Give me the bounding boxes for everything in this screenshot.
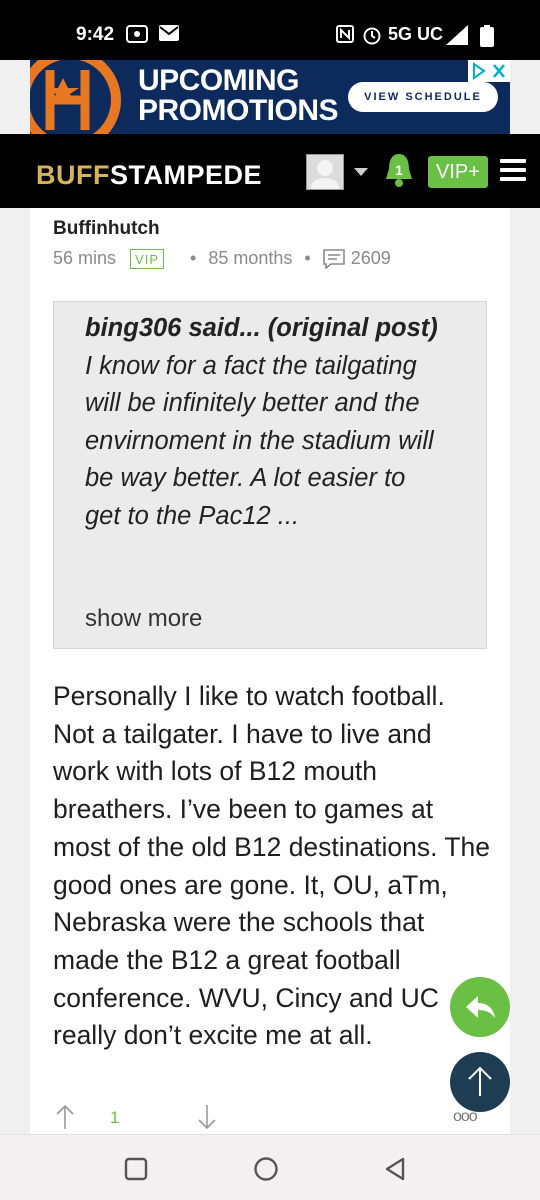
site-logo[interactable]: BUFFSTAMPEDE <box>36 160 262 191</box>
ad-banner[interactable]: UPCOMING PROMOTIONS VIEW SCHEDULE <box>30 60 510 134</box>
site-header: BUFFSTAMPEDE 1 VIP+ <box>0 134 540 208</box>
system-nav-bar <box>0 1134 540 1200</box>
alarm-icon <box>363 27 381 45</box>
battery-icon <box>480 25 494 47</box>
team-logo-icon <box>30 60 130 134</box>
ad-headline: UPCOMING PROMOTIONS <box>138 64 339 127</box>
separator-dot: • <box>304 248 311 268</box>
menu-bar <box>500 168 526 172</box>
ad-choices-icon[interactable] <box>468 60 510 82</box>
view-schedule-button[interactable]: VIEW SCHEDULE <box>348 82 498 112</box>
brand-part1: BUFF <box>36 160 110 190</box>
brand-part2: STAMPEDE <box>109 160 262 190</box>
menu-bar <box>500 177 526 181</box>
back-icon[interactable] <box>383 1156 407 1182</box>
avatar-placeholder-icon <box>311 160 339 196</box>
reply-button[interactable] <box>450 977 510 1037</box>
quote-author[interactable]: bing306 said... (original post) <box>85 314 438 342</box>
network-type: 5G UC <box>388 24 444 44</box>
home-icon[interactable] <box>253 1156 279 1182</box>
ad-headline-line2: PROMOTIONS <box>138 94 339 127</box>
vote-controls: 1 <box>52 1104 252 1134</box>
nfc-icon <box>336 25 354 43</box>
recents-icon[interactable] <box>124 1157 148 1181</box>
user-avatar[interactable] <box>306 154 344 196</box>
ad-headline-line1: UPCOMING <box>138 64 300 97</box>
vote-count: 1 <box>110 1108 120 1127</box>
status-bar: 9:42 5G UC <box>0 0 540 60</box>
member-tenure: 85 months <box>208 248 293 268</box>
reply-arrow-icon <box>466 996 495 1018</box>
vip-plus-button[interactable]: VIP+ <box>428 156 488 188</box>
post-meta: 56 mins VIP • 85 months • 2609 <box>53 248 391 269</box>
post-body: Personally I like to watch football. Not… <box>53 681 491 1051</box>
cast-icon <box>126 25 148 43</box>
signal-icon <box>446 25 468 45</box>
post-card: Buffinhutch 56 mins VIP • 85 months • 26… <box>30 208 510 1134</box>
clock: 9:42 <box>76 24 115 45</box>
mail-icon <box>159 25 179 41</box>
post-count: 2609 <box>350 248 391 268</box>
show-more-link[interactable]: show more <box>85 605 202 633</box>
upvote-arrow-icon[interactable] <box>56 1104 74 1130</box>
more-options-icon[interactable]: ooo <box>453 1108 478 1126</box>
downvote-arrow-icon[interactable] <box>198 1104 216 1130</box>
account-dropdown-caret-icon[interactable] <box>354 168 368 176</box>
post-time: 56 mins <box>53 248 117 268</box>
arrow-up-icon <box>468 1066 492 1096</box>
notification-count: 1 <box>395 162 403 178</box>
vip-badge: VIP <box>130 248 164 269</box>
quoted-post: bing306 said... (original post) I know f… <box>53 301 487 649</box>
scroll-to-top-button[interactable] <box>450 1052 510 1112</box>
quote-body: I know for a fact the tailgating will be… <box>85 351 434 530</box>
quote-text: bing306 said... (original post) I know f… <box>85 310 445 536</box>
post-author[interactable]: Buffinhutch <box>53 218 160 240</box>
posts-count-icon <box>322 248 345 269</box>
separator-dot: • <box>190 248 197 268</box>
hamburger-menu-icon[interactable] <box>500 159 526 183</box>
menu-bar <box>500 159 526 163</box>
